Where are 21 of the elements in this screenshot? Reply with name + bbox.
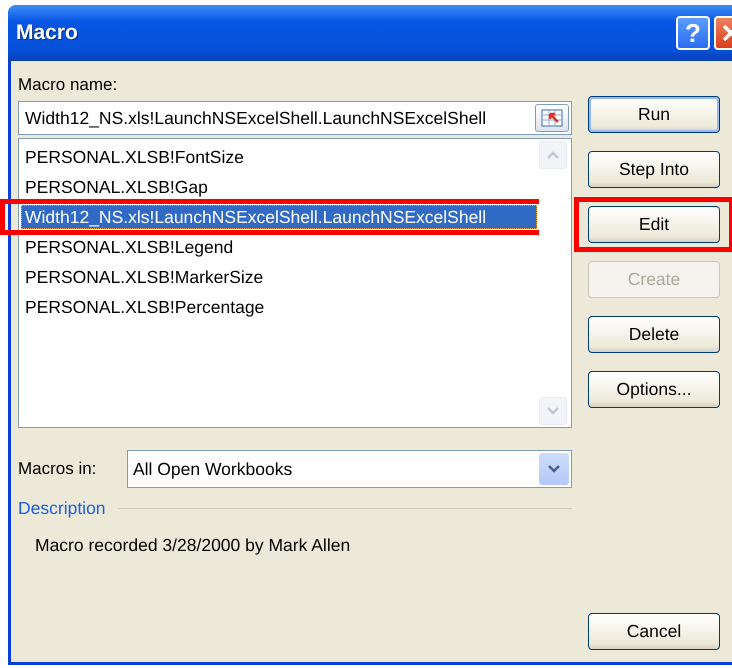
macro-list-item[interactable]: Width12_NS.xls!LaunchNSExcelShell.LaunchNSExcelShell — [21, 205, 537, 229]
cancel-button[interactable]: Cancel — [588, 613, 720, 650]
macro-list-item[interactable]: PERSONAL.XLSB!FontSize — [21, 145, 537, 169]
action-button[interactable]: Edit — [588, 206, 720, 243]
macro-name-field[interactable]: Width12_NS.xls!LaunchNSExcelShell.LaunchNSExcelShell — [18, 101, 572, 135]
action-button[interactable]: Options... — [588, 371, 720, 408]
macro-list-item[interactable]: PERSONAL.XLSB!MarkerSize — [21, 265, 537, 289]
window-title: Macro — [16, 21, 79, 45]
macro-list-item[interactable]: PERSONAL.XLSB!Gap — [21, 175, 537, 199]
action-button[interactable]: Run — [588, 96, 720, 133]
grid-arrow-icon — [541, 109, 563, 127]
macros-in-label: Macros in: — [18, 458, 98, 480]
macros-in-dropdown[interactable]: All Open Workbooks — [127, 450, 572, 488]
description-text: Macro recorded 3/28/2000 by Mark Allen — [35, 535, 352, 556]
action-button[interactable]: Step Into — [588, 151, 720, 188]
description-heading: Description — [18, 498, 106, 519]
macro-list-item[interactable]: PERSONAL.XLSB!Legend — [21, 235, 537, 259]
collapse-dialog-button[interactable] — [535, 104, 569, 132]
macro-name-label: Macro name: — [18, 74, 118, 96]
action-button[interactable]: Delete — [588, 316, 720, 353]
macro-list-item[interactable]: PERSONAL.XLSB!Percentage — [21, 295, 537, 319]
